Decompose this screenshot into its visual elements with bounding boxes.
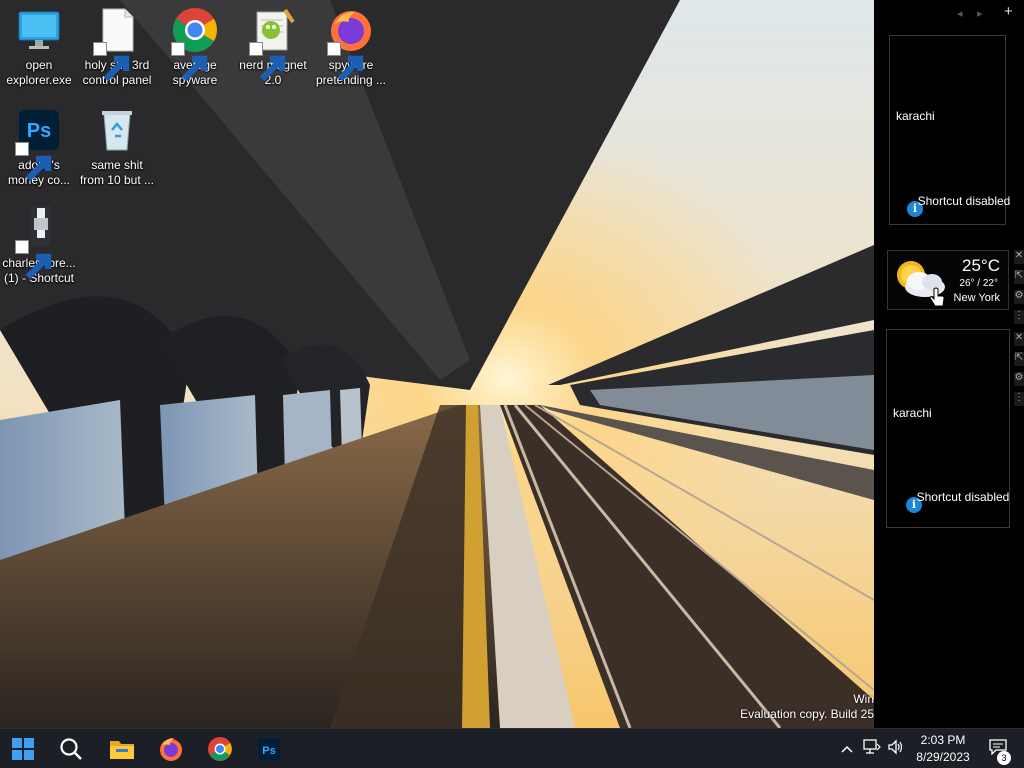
desktop-icon-recycle-bin[interactable]: same shit from 10 but ... bbox=[78, 106, 156, 188]
firefox-taskbar-button[interactable] bbox=[154, 733, 188, 765]
gadget-city: karachi bbox=[893, 406, 932, 420]
desktop-icon-notepad-plus-plus[interactable]: nerd magnet 2.0 bbox=[234, 6, 312, 88]
desktop-icon-image-shortcut[interactable]: charles-fore... (1) - Shortcut bbox=[0, 204, 78, 286]
shortcut-arrow-icon bbox=[15, 142, 52, 182]
weather-temperature: 25°C bbox=[962, 256, 1000, 275]
photoshop-icon: Ps bbox=[257, 737, 281, 761]
tray-overflow-button[interactable] bbox=[838, 729, 856, 768]
gadget-drag-handle-icon[interactable]: ⋮ bbox=[1014, 310, 1024, 324]
blank-document-icon bbox=[93, 6, 141, 82]
gadget-close-icon[interactable]: ✕ bbox=[1014, 250, 1024, 264]
speaker-icon bbox=[887, 738, 905, 760]
file-explorer-icon bbox=[109, 738, 135, 760]
gadget-drag-handle-icon[interactable]: ⋮ bbox=[1014, 392, 1024, 406]
gadget-notice: Shortcut disabled bbox=[917, 194, 1011, 208]
chrome-icon bbox=[207, 736, 233, 762]
clock-gadget-karachi-1[interactable]: karachi i Shortcut disabled bbox=[889, 35, 1010, 225]
clock-time: 2:03 PM bbox=[920, 733, 966, 747]
firefox-icon bbox=[327, 6, 375, 82]
gadget-notice: Shortcut disabled bbox=[916, 490, 1010, 504]
shortcut-arrow-icon bbox=[327, 42, 364, 82]
sidebar-add-gadget-button[interactable]: + bbox=[1004, 3, 1013, 20]
recycle-bin-icon bbox=[93, 106, 141, 154]
start-icon bbox=[12, 738, 34, 760]
network-icon bbox=[863, 738, 881, 760]
watermark-line-1: Win bbox=[853, 692, 874, 706]
chevron-up-icon bbox=[841, 740, 853, 758]
shortcut-arrow-icon bbox=[249, 42, 286, 82]
chrome-icon bbox=[171, 6, 219, 82]
gadget-options-icon[interactable]: ⚙ bbox=[1014, 372, 1024, 386]
gadget-size-icon[interactable]: ⇱ bbox=[1014, 270, 1024, 284]
gadget-city: karachi bbox=[896, 109, 935, 123]
file-explorer-button[interactable] bbox=[105, 733, 139, 765]
photoshop-taskbar-button[interactable]: Ps bbox=[252, 733, 286, 765]
chrome-taskbar-button[interactable] bbox=[203, 733, 237, 765]
desktop-icon-chrome[interactable]: average spyware bbox=[156, 6, 234, 88]
shortcut-arrow-icon bbox=[171, 42, 208, 82]
shortcut-arrow-icon bbox=[93, 42, 130, 82]
clock-gadget-karachi-2[interactable]: karachi i Shortcut disabled bbox=[886, 329, 1010, 528]
notepad-plus-plus-icon bbox=[249, 6, 297, 82]
sidebar-prev-button[interactable]: ◂ bbox=[957, 7, 963, 20]
network-button[interactable] bbox=[861, 729, 883, 768]
gadget-close-icon[interactable]: ✕ bbox=[1014, 332, 1024, 346]
desktop-icon-open-explorer[interactable]: open explorer.exe bbox=[0, 6, 78, 88]
start-button[interactable] bbox=[6, 733, 40, 765]
evaluation-watermark: Win Evaluation copy. Build 25 bbox=[674, 692, 874, 722]
clock-date: 8/29/2023 bbox=[916, 750, 970, 764]
search-icon bbox=[59, 737, 83, 761]
taskbar-clock[interactable]: 2:03 PM 8/29/2023 bbox=[908, 732, 978, 766]
desktop-icon-label: same shit from 10 but ... bbox=[79, 158, 155, 187]
volume-button[interactable] bbox=[885, 729, 907, 768]
weather-gadget[interactable]: 25°C 26° / 22° New York bbox=[887, 250, 1009, 310]
gadget-options-icon[interactable]: ⚙ bbox=[1014, 290, 1024, 304]
shortcut-arrow-icon bbox=[15, 240, 52, 280]
firefox-icon bbox=[158, 736, 184, 762]
weather-range: 26° / 22° bbox=[959, 278, 998, 289]
monitor-icon bbox=[15, 6, 63, 54]
hand-cursor-icon bbox=[928, 287, 946, 314]
notification-count-badge: 3 bbox=[997, 751, 1011, 765]
search-button[interactable] bbox=[54, 733, 88, 765]
watermark-line-2: Evaluation copy. Build 25 bbox=[740, 707, 874, 721]
desktop-icon-firefox[interactable]: spyware pretending ... bbox=[312, 6, 390, 88]
svg-text:Ps: Ps bbox=[262, 745, 275, 757]
weather-location: New York bbox=[953, 292, 1000, 304]
taskbar: Ps 2:03 PM 8/29/2023 3 bbox=[0, 728, 1024, 768]
svg-text:Ps: Ps bbox=[27, 120, 51, 142]
desktop-icon-label: open explorer.exe bbox=[6, 58, 72, 87]
gadget-size-icon[interactable]: ⇱ bbox=[1014, 352, 1024, 366]
desktop-icon-control-panel[interactable]: holy shit 3rd control panel bbox=[78, 6, 156, 88]
photoshop-icon: Ps bbox=[15, 106, 63, 182]
sidebar-next-button[interactable]: ▸ bbox=[977, 7, 983, 20]
desktop-icon-photoshop[interactable]: Ps adobe's money co... bbox=[0, 106, 78, 188]
image-thumbnail-icon bbox=[15, 204, 63, 280]
